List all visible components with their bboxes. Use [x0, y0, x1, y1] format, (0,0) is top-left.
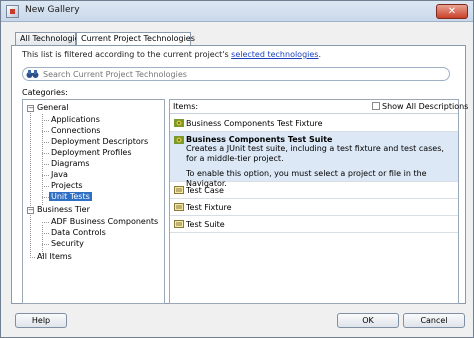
tab-panel: This list is filtered according to the c…	[11, 45, 468, 304]
tree-connector	[42, 131, 49, 132]
tree-connector	[42, 164, 49, 165]
categories-label: Categories:	[22, 88, 68, 97]
tree-item-deployment-descriptors[interactable]: Deployment Descriptors	[51, 136, 148, 147]
tree-connector	[42, 142, 49, 143]
list-item-bc-test-fixture[interactable]: Business Components Test Fixture	[170, 115, 458, 132]
item-description: Creates a JUnit test suite, including a …	[186, 144, 444, 163]
filter-prefix: This list is filtered according to the c…	[22, 50, 232, 59]
title-bar[interactable]: New Gallery ✕	[1, 1, 473, 22]
selected-technologies-link[interactable]: selected technologies	[231, 50, 318, 59]
item-title: Business Components Test Fixture	[186, 119, 323, 128]
show-all-descriptions-label: Show All Descriptions	[382, 102, 469, 111]
binoculars-icon	[26, 70, 39, 78]
tree-item-general[interactable]: General	[37, 102, 69, 113]
cancel-button[interactable]: Cancel	[403, 313, 465, 328]
tree-connector	[42, 233, 49, 234]
tree-connector	[30, 257, 35, 258]
item-title: Test Fixture	[186, 203, 232, 212]
list-item-bc-test-suite[interactable]: Business Components Test Suite Creates a…	[170, 132, 458, 188]
ok-button[interactable]: OK	[337, 313, 399, 328]
items-list[interactable]: Items: Show All Descriptions Business Co…	[169, 99, 468, 304]
list-item-test-case[interactable]: Test Case	[170, 182, 458, 199]
gear-icon	[174, 136, 184, 144]
collapse-business-tier-toggle[interactable]: −	[27, 207, 34, 214]
tree-item-all-items[interactable]: All Items	[37, 251, 72, 262]
tree-item-connections[interactable]: Connections	[51, 125, 100, 136]
tree-connector	[42, 114, 43, 205]
item-title: Business Components Test Suite	[186, 135, 333, 144]
window-title: New Gallery	[25, 5, 80, 15]
item-title: Test Case	[186, 186, 224, 195]
search-box[interactable]	[22, 67, 450, 81]
tree-connector	[30, 108, 31, 258]
help-button[interactable]: Help	[15, 313, 67, 328]
tree-item-data-controls[interactable]: Data Controls	[51, 227, 106, 238]
show-all-descriptions-checkbox[interactable]: Show All Descriptions	[372, 102, 468, 111]
tree-item-security[interactable]: Security	[51, 238, 84, 249]
tree-connector	[42, 244, 49, 245]
tree-item-projects[interactable]: Projects	[51, 180, 83, 191]
filter-suffix: .	[318, 50, 322, 59]
gear-icon	[174, 119, 184, 127]
tree-connector	[42, 120, 49, 121]
categories-tree[interactable]: − General Applications Connections Deplo…	[22, 99, 165, 304]
items-label: Items:	[173, 102, 199, 111]
filter-notice: This list is filtered according to the c…	[22, 50, 321, 59]
tree-item-java[interactable]: Java	[51, 169, 68, 180]
tree-connector	[42, 186, 49, 187]
list-item-test-fixture[interactable]: Test Fixture	[170, 199, 458, 216]
tree-item-business-tier[interactable]: Business Tier	[37, 204, 90, 215]
item-title: Test Suite	[186, 220, 225, 229]
checkbox-box[interactable]	[372, 102, 380, 110]
tree-connector	[42, 153, 49, 154]
close-button[interactable]: ✕	[436, 4, 468, 19]
document-icon	[174, 203, 184, 211]
tree-item-applications[interactable]: Applications	[51, 114, 100, 125]
tree-item-unit-tests[interactable]: Unit Tests	[49, 191, 92, 202]
document-icon	[174, 220, 184, 228]
search-input[interactable]	[43, 69, 443, 80]
tree-item-adf-business-components[interactable]: ADF Business Components	[51, 216, 158, 227]
tree-connector	[42, 175, 49, 176]
list-item-test-suite[interactable]: Test Suite	[170, 216, 458, 233]
new-gallery-dialog: New Gallery ✕ All Technologies Current P…	[0, 0, 474, 338]
tree-item-deployment-profiles[interactable]: Deployment Profiles	[51, 147, 132, 158]
document-icon	[174, 186, 184, 194]
app-icon	[6, 5, 19, 18]
tab-all-technologies[interactable]: All Technologies	[15, 32, 84, 46]
tree-connector	[42, 197, 49, 198]
tree-item-diagrams[interactable]: Diagrams	[51, 158, 90, 169]
items-header: Items: Show All Descriptions	[170, 100, 468, 114]
tree-connector	[42, 222, 49, 223]
collapse-general-toggle[interactable]: −	[27, 105, 34, 112]
